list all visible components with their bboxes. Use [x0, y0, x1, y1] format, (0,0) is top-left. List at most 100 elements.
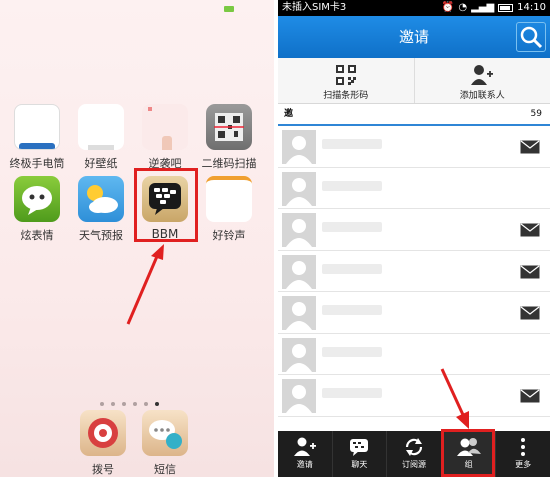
add-contact-label: 添加联系人 — [459, 91, 505, 101]
nav-invite[interactable]: 邀请 — [278, 431, 332, 477]
dialer-icon — [80, 410, 126, 456]
app-label: 终极手电筒 — [9, 157, 65, 170]
avatar-icon — [282, 296, 316, 330]
contact-name-blurred — [322, 139, 382, 149]
contact-group-header[interactable]: 邀 59 — [278, 104, 550, 126]
nav-label: 更多 — [515, 460, 532, 469]
battery-icon — [224, 6, 234, 12]
title-bar: 邀请 — [278, 16, 550, 58]
ringtone-icon — [206, 176, 252, 222]
nav-label: 邀请 — [296, 460, 313, 469]
page-dot[interactable] — [133, 402, 137, 406]
time-text: 14:10 — [517, 2, 546, 13]
scan-barcode-button[interactable]: 扫描条形码 — [278, 58, 414, 103]
page-dot[interactable] — [100, 402, 104, 406]
app-nixi[interactable]: 逆袭吧 — [134, 104, 196, 171]
carrier-text: 未插入SIM卡3 — [282, 2, 347, 13]
mail-icon[interactable] — [520, 223, 540, 237]
avatar-icon — [282, 130, 316, 164]
bbm-highlight-box — [134, 168, 198, 242]
sms-icon — [142, 410, 188, 456]
group-name: 邀 — [284, 109, 294, 119]
app-label: 炫表情 — [20, 229, 54, 242]
avatar-icon — [282, 213, 316, 247]
app-ringtone[interactable]: 好铃声 — [198, 176, 260, 243]
feed-icon — [405, 438, 423, 456]
scan-barcode-label: 扫描条形码 — [323, 91, 369, 101]
app-emoji[interactable]: 炫表情 — [6, 176, 68, 243]
weather-icon — [78, 176, 124, 222]
dock-label: 短信 — [154, 463, 176, 476]
contact-name-blurred — [322, 180, 382, 191]
nav-feed[interactable]: 订阅源 — [386, 431, 441, 477]
more-icon — [521, 438, 526, 456]
group-count: 59 — [530, 109, 542, 119]
bbm-invite-screen: 未插入SIM卡3 ⏰ ◔ ▂▄▆ 14:10 邀请 扫描条形码 添加联系人 邀 … — [278, 0, 550, 477]
wifi-icon: ◔ — [458, 2, 468, 13]
contact-row[interactable] — [278, 334, 550, 375]
wallpaper-icon — [78, 104, 124, 150]
group-highlight-box — [441, 429, 495, 477]
add-contact-icon — [471, 65, 494, 85]
mail-icon[interactable] — [520, 265, 540, 279]
contact-list — [278, 126, 550, 417]
contact-row[interactable] — [278, 209, 550, 251]
page-dot[interactable] — [144, 402, 148, 406]
invite-icon — [293, 437, 316, 456]
contact-name-blurred — [322, 346, 382, 357]
contact-name-blurred — [322, 263, 382, 274]
chat-icon — [350, 439, 369, 456]
home-screen: 终极手电筒 好壁纸 逆袭吧 二维码扫描 炫表情 天气预报 BBM 好铃声 拨号 … — [0, 0, 274, 477]
avatar-icon — [282, 337, 316, 372]
contact-row[interactable] — [278, 292, 550, 334]
dock-sms[interactable]: 短信 — [134, 410, 196, 477]
mail-icon[interactable] — [520, 140, 540, 154]
app-label: 二维码扫描 — [201, 157, 257, 170]
battery-icon — [498, 4, 514, 12]
page-indicator — [100, 391, 166, 410]
action-bar: 扫描条形码 添加联系人 — [278, 58, 550, 104]
alarm-icon: ⏰ — [441, 2, 455, 13]
emoji-icon — [14, 176, 60, 222]
app-label: 天气预报 — [79, 229, 123, 242]
page-dot[interactable] — [111, 402, 115, 406]
avatar-icon — [282, 254, 316, 289]
contact-row[interactable] — [278, 375, 550, 417]
bottom-nav: 邀请 聊天 订阅源 组 更多 — [278, 431, 550, 477]
dock-label: 拨号 — [92, 463, 114, 476]
nav-chat[interactable]: 聊天 — [331, 431, 387, 477]
status-bar: 未插入SIM卡3 ⏰ ◔ ▂▄▆ 14:10 — [278, 0, 550, 16]
app-flashlight[interactable]: 终极手电筒 — [6, 104, 68, 171]
avatar-icon — [282, 379, 316, 413]
page-dot-active[interactable] — [155, 402, 159, 406]
search-button[interactable] — [516, 22, 546, 52]
arrow-icon — [126, 244, 164, 325]
contact-name-blurred — [322, 305, 382, 315]
contact-row[interactable] — [278, 251, 550, 292]
nav-label: 订阅源 — [401, 460, 426, 469]
add-contact-button[interactable]: 添加联系人 — [413, 58, 550, 103]
page-dot[interactable] — [122, 402, 126, 406]
app-label: 好壁纸 — [84, 157, 118, 170]
nav-label: 聊天 — [351, 460, 368, 469]
contact-name-blurred — [322, 222, 382, 232]
flashlight-icon — [14, 104, 60, 150]
qrcode-icon — [335, 65, 356, 85]
app-wallpaper[interactable]: 好壁纸 — [70, 104, 132, 171]
page-title: 邀请 — [398, 28, 429, 46]
signal-icon: ▂▄▆ — [471, 2, 495, 13]
app-icon — [142, 104, 188, 150]
contact-name-blurred — [322, 388, 382, 398]
mail-icon[interactable] — [520, 389, 540, 403]
qrcode-scanner-icon — [206, 104, 252, 150]
avatar-icon — [282, 171, 316, 206]
nav-more[interactable]: 更多 — [495, 431, 550, 477]
app-qrcode-scanner[interactable]: 二维码扫描 — [198, 104, 260, 171]
app-weather[interactable]: 天气预报 — [70, 176, 132, 243]
app-label: 好铃声 — [212, 229, 246, 242]
search-icon — [520, 26, 543, 49]
mail-icon[interactable] — [520, 306, 540, 320]
contact-row[interactable] — [278, 168, 550, 209]
dock-dialer[interactable]: 拨号 — [72, 410, 134, 477]
contact-row[interactable] — [278, 126, 550, 168]
